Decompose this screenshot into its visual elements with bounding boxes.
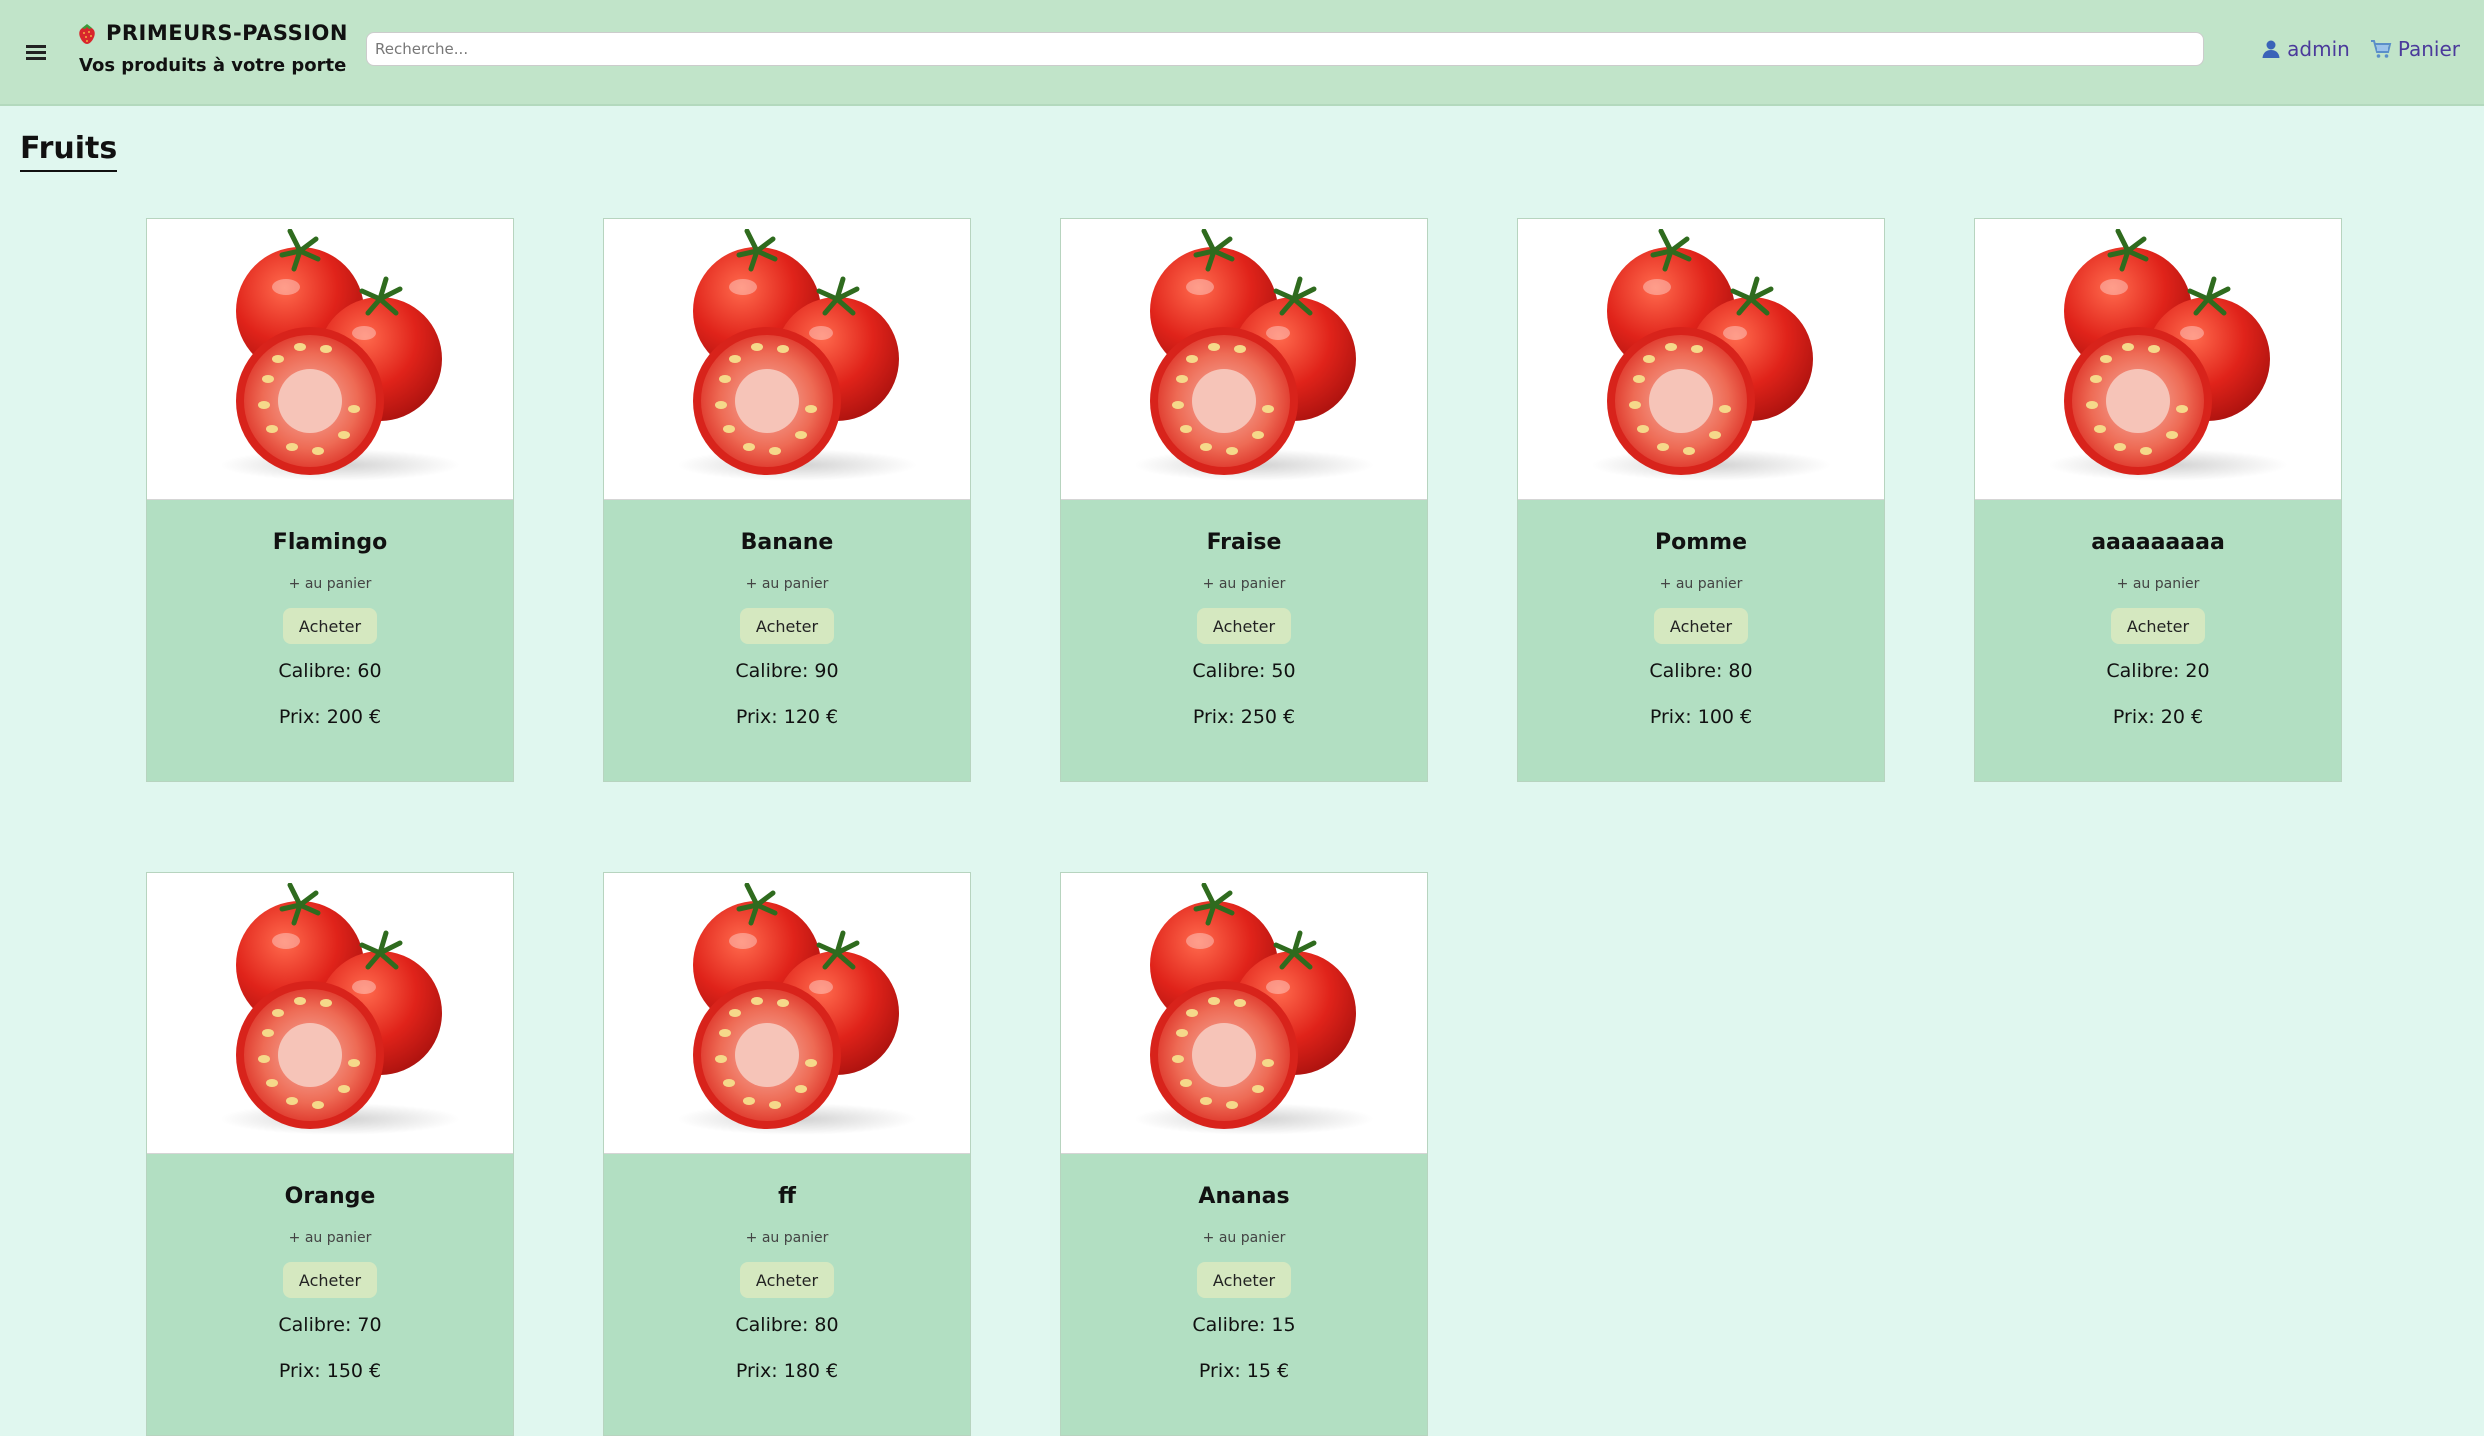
tomato-image (2048, 229, 2288, 481)
product-card: Fraise + au panier Acheter Calibre: 50 P… (1060, 218, 1428, 782)
buy-button[interactable]: Acheter (1196, 608, 1292, 644)
product-name: Flamingo (272, 530, 388, 555)
user-link[interactable]: admin (2261, 37, 2350, 61)
product-info: Ananas + au panier Acheter Calibre: 15 P… (1061, 1184, 1427, 1388)
product-calibre: Calibre: 20 (2106, 660, 2210, 682)
cart-link[interactable]: Panier (2370, 37, 2460, 61)
search-input[interactable] (366, 32, 2204, 66)
header-nav: admin Panier (2261, 34, 2460, 64)
product-calibre: Calibre: 15 (1192, 1314, 1296, 1336)
page-title: Fruits (20, 130, 118, 172)
product-price: Prix: 150 € (278, 1360, 382, 1382)
buy-button[interactable]: Acheter (2110, 608, 2206, 644)
product-price: Prix: 100 € (1649, 706, 1753, 728)
product-info: ff + au panier Acheter Calibre: 80 Prix:… (604, 1184, 970, 1388)
cart-icon (2370, 40, 2392, 58)
product-card: Ananas + au panier Acheter Calibre: 15 P… (1060, 872, 1428, 1436)
product-image[interactable] (147, 219, 513, 500)
buy-button[interactable]: Acheter (282, 1262, 378, 1298)
product-price: Prix: 250 € (1192, 706, 1296, 728)
product-info: Fraise + au panier Acheter Calibre: 50 P… (1061, 530, 1427, 734)
product-price: Prix: 120 € (735, 706, 839, 728)
product-name: Pomme (1654, 530, 1747, 555)
cart-label: Panier (2397, 37, 2460, 61)
add-to-cart-link[interactable]: + au panier (604, 1230, 970, 1250)
product-card: Banane + au panier Acheter Calibre: 90 P… (603, 218, 971, 782)
add-to-cart-link[interactable]: + au panier (147, 1230, 513, 1250)
product-info: Banane + au panier Acheter Calibre: 90 P… (604, 530, 970, 734)
buy-button[interactable]: Acheter (739, 1262, 835, 1298)
add-to-cart-link[interactable]: + au panier (1975, 576, 2341, 596)
product-grid: Flamingo + au panier Acheter Calibre: 60… (146, 218, 2342, 1436)
product-name: Ananas (1198, 1184, 1290, 1209)
buy-button[interactable]: Acheter (1653, 608, 1749, 644)
product-image[interactable] (604, 219, 970, 500)
product-card: Orange + au panier Acheter Calibre: 70 P… (146, 872, 514, 1436)
product-name: Fraise (1206, 530, 1282, 555)
tomato-image (677, 883, 917, 1135)
product-name: ff (778, 1184, 796, 1209)
buy-button[interactable]: Acheter (739, 608, 835, 644)
user-label: admin (2287, 37, 2350, 61)
product-price: Prix: 20 € (2112, 706, 2204, 728)
brand[interactable]: PRIMEURS-PASSION Vos produits à votre po… (76, 18, 348, 76)
product-image[interactable] (604, 873, 970, 1154)
product-image[interactable] (1975, 219, 2341, 500)
product-info: aaaaaaaaa + au panier Acheter Calibre: 2… (1975, 530, 2341, 734)
product-price: Prix: 15 € (1198, 1360, 1290, 1382)
tomato-image (677, 229, 917, 481)
product-price: Prix: 200 € (278, 706, 382, 728)
tomato-image (1134, 883, 1374, 1135)
product-name: Orange (284, 1184, 376, 1209)
tomato-image (220, 229, 460, 481)
add-to-cart-link[interactable]: + au panier (1061, 1230, 1427, 1250)
buy-button[interactable]: Acheter (1196, 1262, 1292, 1298)
add-to-cart-link[interactable]: + au panier (1061, 576, 1427, 596)
product-info: Orange + au panier Acheter Calibre: 70 P… (147, 1184, 513, 1388)
product-card: aaaaaaaaa + au panier Acheter Calibre: 2… (1974, 218, 2342, 782)
product-image[interactable] (1518, 219, 1884, 500)
strawberry-icon (79, 24, 95, 44)
product-name: Banane (740, 530, 834, 555)
product-card: Flamingo + au panier Acheter Calibre: 60… (146, 218, 514, 782)
product-calibre: Calibre: 80 (1649, 660, 1753, 682)
product-calibre: Calibre: 70 (278, 1314, 382, 1336)
product-card: Pomme + au panier Acheter Calibre: 80 Pr… (1517, 218, 1885, 782)
product-calibre: Calibre: 60 (278, 660, 382, 682)
user-icon (2262, 40, 2280, 58)
product-info: Pomme + au panier Acheter Calibre: 80 Pr… (1518, 530, 1884, 734)
add-to-cart-link[interactable]: + au panier (604, 576, 970, 596)
tomato-image (220, 883, 460, 1135)
top-header: PRIMEURS-PASSION Vos produits à votre po… (0, 0, 2484, 106)
buy-button[interactable]: Acheter (282, 608, 378, 644)
product-image[interactable] (1061, 873, 1427, 1154)
product-image[interactable] (147, 873, 513, 1154)
product-calibre: Calibre: 50 (1192, 660, 1296, 682)
add-to-cart-link[interactable]: + au panier (147, 576, 513, 596)
product-card: ff + au panier Acheter Calibre: 80 Prix:… (603, 872, 971, 1436)
brand-tagline: Vos produits à votre porte (79, 55, 347, 76)
product-image[interactable] (1061, 219, 1427, 500)
hamburger-menu-icon[interactable] (26, 42, 52, 64)
product-price: Prix: 180 € (735, 1360, 839, 1382)
product-info: Flamingo + au panier Acheter Calibre: 60… (147, 530, 513, 734)
product-calibre: Calibre: 80 (735, 1314, 839, 1336)
add-to-cart-link[interactable]: + au panier (1518, 576, 1884, 596)
product-calibre: Calibre: 90 (735, 660, 839, 682)
brand-title: PRIMEURS-PASSION (106, 21, 348, 45)
tomato-image (1134, 229, 1374, 481)
product-name: aaaaaaaaa (2091, 530, 2225, 555)
tomato-image (1591, 229, 1831, 481)
